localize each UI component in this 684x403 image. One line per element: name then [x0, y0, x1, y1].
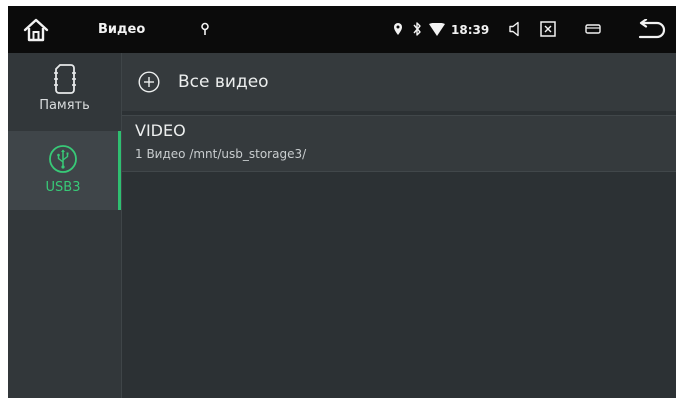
folder-info: 1 Видео /mnt/usb_storage3/: [135, 147, 307, 161]
screen: Видео 18:39 Память USB3 Все видео VIDEO …: [8, 6, 676, 398]
clock: 18:39: [451, 22, 490, 37]
memory-card-icon: [49, 63, 81, 95]
app-title: Видео: [98, 22, 146, 37]
window-icon[interactable]: [584, 21, 602, 37]
usb-icon: [47, 143, 79, 175]
video-list: Все видео VIDEO 1 Видео /mnt/usb_storage…: [122, 53, 676, 398]
sidebar-item-label: USB3: [45, 180, 81, 195]
location-small-icon: [198, 20, 212, 38]
folder-name: VIDEO: [135, 121, 186, 140]
wifi-icon: [428, 21, 446, 37]
bluetooth-icon: [411, 20, 423, 38]
add-icon: [138, 71, 160, 93]
all-videos-row[interactable]: Все видео: [122, 53, 676, 111]
sidebar-item-usb3[interactable]: USB3: [8, 131, 121, 210]
sidebar-item-memory[interactable]: Память: [8, 53, 121, 127]
screenshot-icon[interactable]: [539, 19, 557, 39]
status-bar: Видео 18:39: [8, 6, 676, 53]
home-icon[interactable]: [20, 14, 52, 46]
sidebar: Память USB3: [8, 53, 122, 398]
folder-row[interactable]: VIDEO 1 Видео /mnt/usb_storage3/: [122, 115, 676, 172]
all-videos-label: Все видео: [178, 72, 269, 92]
volume-icon[interactable]: [507, 19, 523, 39]
back-icon[interactable]: [634, 16, 668, 44]
sidebar-item-label: Память: [39, 98, 90, 113]
location-icon: [392, 21, 404, 37]
